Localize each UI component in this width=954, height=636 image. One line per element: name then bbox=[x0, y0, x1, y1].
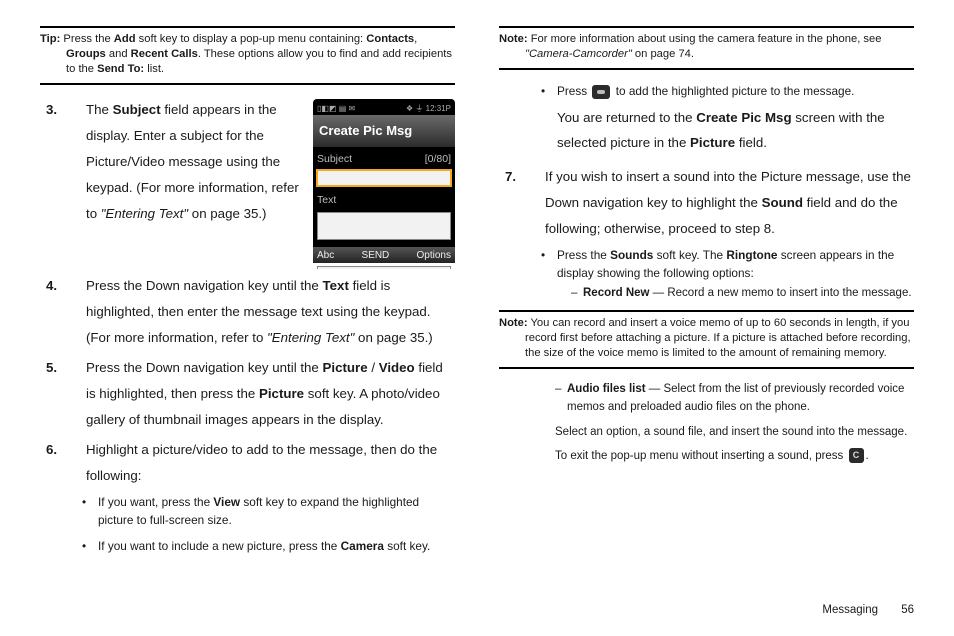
step-number: 5. bbox=[46, 355, 57, 381]
page-footer: Messaging 56 bbox=[822, 604, 914, 616]
two-column-layout: Tip: Press the Add soft key to display a… bbox=[40, 24, 914, 608]
note2-text: Note: You can record and insert a voice … bbox=[499, 316, 914, 361]
step-number: 7. bbox=[505, 164, 516, 190]
return-text: You are returned to the Create Pic Msg s… bbox=[557, 105, 914, 157]
bullet-view: If you want, press the View soft key to … bbox=[40, 493, 455, 530]
note-lead: Note: bbox=[499, 317, 528, 329]
note-box-1: Note: For more information about using t… bbox=[499, 26, 914, 70]
right-column: Note: For more information about using t… bbox=[499, 24, 914, 608]
bullet-sounds: Press the Sounds soft key. The Ringtone … bbox=[499, 246, 914, 302]
phone-status-left: ▯◧◩ ▤ ✉ bbox=[317, 101, 355, 115]
select-option-text: Select an option, a sound file, and inse… bbox=[499, 424, 914, 442]
left-column: Tip: Press the Add soft key to display a… bbox=[40, 24, 455, 608]
phone-softkeys: Abc SEND Options bbox=[313, 247, 455, 263]
steps-list-right: 7. If you wish to insert a sound into th… bbox=[499, 164, 914, 242]
step-6: 6. Highlight a picture/video to add to t… bbox=[40, 437, 455, 489]
step-7: 7. If you wish to insert a sound into th… bbox=[499, 164, 914, 242]
phone-text-area bbox=[317, 212, 451, 240]
audio-files-option: Audio files list — Select from the list … bbox=[499, 381, 914, 416]
option-audio-files: Audio files list — Select from the list … bbox=[499, 381, 914, 416]
ok-key-icon bbox=[592, 85, 610, 99]
phone-picture-area bbox=[317, 266, 451, 269]
tip-lead: Tip: bbox=[40, 33, 60, 45]
phone-status-right: ❖ ⏚ 12:31P bbox=[406, 101, 451, 115]
note-box-2: Note: You can record and insert a voice … bbox=[499, 310, 914, 369]
step7-bullets: Press the Sounds soft key. The Ringtone … bbox=[499, 246, 914, 302]
phone-status-bar: ▯◧◩ ▤ ✉ ❖ ⏚ 12:31P bbox=[313, 99, 455, 115]
note1-text: Note: For more information about using t… bbox=[499, 32, 914, 62]
phone-subject-count: [0/80] bbox=[425, 149, 451, 169]
phone-title: Create Pic Msg bbox=[313, 115, 455, 146]
c-key-icon: C bbox=[849, 448, 864, 463]
step-number: 4. bbox=[46, 273, 57, 299]
press-ok-bullet: Press to add the highlighted picture to … bbox=[499, 82, 914, 156]
step-3: ▯◧◩ ▤ ✉ ❖ ⏚ 12:31P Create Pic Msg Subjec… bbox=[40, 97, 455, 269]
sounds-options: Record New — Record a new memo to insert… bbox=[515, 285, 914, 302]
phone-subject-row: Subject [0/80] bbox=[313, 147, 455, 169]
phone-text-label: Text bbox=[313, 188, 455, 210]
exit-text: To exit the pop-up menu without insertin… bbox=[499, 448, 914, 466]
phone-screenshot: ▯◧◩ ▤ ✉ ❖ ⏚ 12:31P Create Pic Msg Subjec… bbox=[313, 99, 455, 263]
tip-box: Tip: Press the Add soft key to display a… bbox=[40, 26, 455, 85]
tip-text: Tip: Press the Add soft key to display a… bbox=[40, 32, 455, 77]
steps-list-left: ▯◧◩ ▤ ✉ ❖ ⏚ 12:31P Create Pic Msg Subjec… bbox=[40, 97, 455, 488]
bullet-camera: If you want to include a new picture, pr… bbox=[40, 537, 455, 555]
step-5: 5. Press the Down navigation key until t… bbox=[40, 355, 455, 433]
step6-bullets: If you want, press the View soft key to … bbox=[40, 493, 455, 556]
bullet-press-ok: Press to add the highlighted picture to … bbox=[499, 82, 914, 156]
option-record-new: Record New — Record a new memo to insert… bbox=[515, 285, 914, 302]
phone-subject-input bbox=[317, 170, 451, 186]
phone-soft-right: Options bbox=[417, 246, 451, 266]
step-number: 6. bbox=[46, 437, 57, 463]
footer-section: Messaging bbox=[822, 604, 878, 616]
step-4: 4. Press the Down navigation key until t… bbox=[40, 273, 455, 351]
phone-subject-label: Subject bbox=[317, 149, 352, 169]
phone-soft-mid: SEND bbox=[361, 246, 389, 266]
phone-soft-left: Abc bbox=[317, 246, 334, 266]
footer-page: 56 bbox=[901, 604, 914, 616]
note-lead: Note: bbox=[499, 33, 528, 45]
